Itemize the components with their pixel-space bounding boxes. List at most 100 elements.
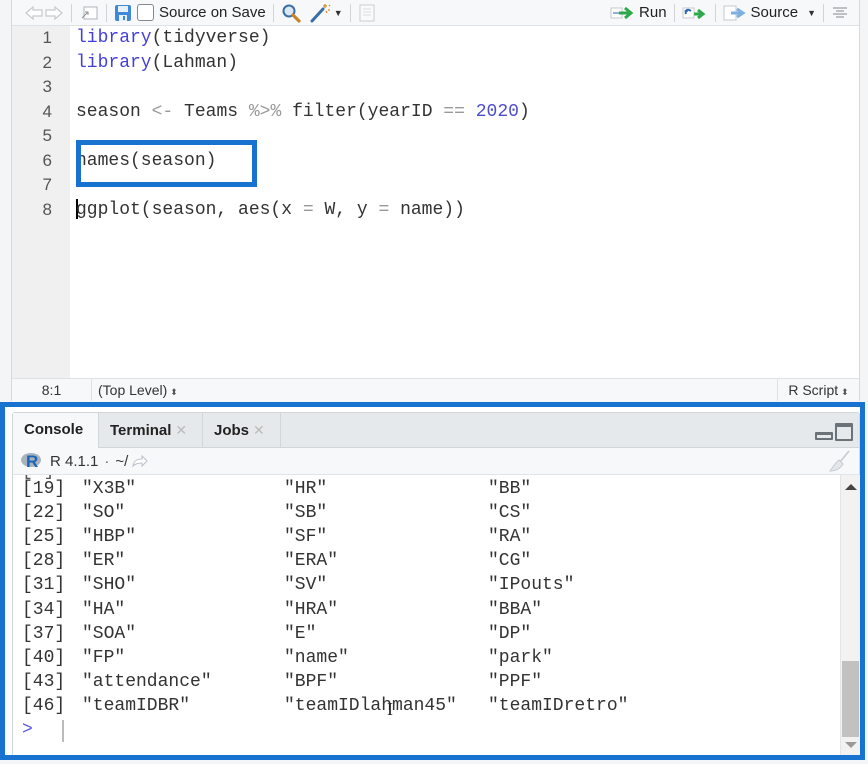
tab-jobs[interactable]: Jobs ✕ — [203, 413, 281, 448]
file-type-label: R Script — [788, 382, 839, 398]
magic-wand-icon — [310, 3, 331, 22]
scope-label: (Top Level) — [98, 382, 168, 398]
scrollbar-thumb[interactable] — [842, 661, 859, 737]
console-output[interactable]: [ ] [19]"X3B""HR""BB"[22]"SO""SB""CS"[25… — [12, 475, 840, 755]
function-token: library — [76, 28, 152, 48]
back-button[interactable] — [24, 2, 44, 24]
line-number: 3 — [42, 77, 52, 96]
scope-selector[interactable]: (Top Level) ⬍ — [98, 379, 178, 403]
chevron-down-icon[interactable]: ▼ — [807, 8, 816, 18]
clear-console-broom-icon[interactable] — [827, 450, 851, 472]
prompt-symbol: > — [22, 720, 33, 740]
operator-token: %>% — [248, 101, 282, 122]
output-value: "HBP" — [82, 527, 137, 548]
output-value: "name" — [284, 647, 349, 668]
console-pane: Console Terminal ✕ Jobs ✕ R R 4.1.1 · ~/ [… — [0, 402, 865, 760]
code-line[interactable]: ggplot(season, aes(x = W, y = name)) — [76, 198, 465, 222]
toolbar-divider — [714, 3, 716, 22]
output-index: [22] — [22, 503, 66, 524]
output-value: "SV" — [284, 575, 328, 596]
tab-label: Terminal — [110, 422, 172, 439]
output-value: "BBA" — [488, 599, 543, 620]
tab-terminal[interactable]: Terminal ✕ — [99, 413, 203, 448]
code-token: (tidyverse) — [151, 28, 271, 48]
maximize-pane-icon[interactable] — [835, 423, 853, 441]
output-value: "park" — [488, 647, 553, 668]
line-number: 4 — [42, 101, 52, 121]
console-info-bar: R R 4.1.1 · ~/ — [12, 448, 860, 475]
show-in-new-window-button[interactable] — [79, 2, 99, 24]
output-index: [19] — [22, 479, 66, 499]
code-tools-button[interactable]: ▼ — [309, 2, 343, 24]
close-icon[interactable]: ✕ — [175, 422, 187, 438]
output-value: "CG" — [488, 551, 532, 572]
output-value: "DP" — [488, 623, 532, 644]
line-number: 8 — [42, 199, 52, 219]
output-value: "ERA" — [284, 551, 339, 572]
find-replace-button[interactable] — [281, 2, 301, 24]
forward-button[interactable] — [44, 2, 64, 24]
scroll-up-arrow-icon[interactable] — [845, 484, 857, 490]
source-on-save-label: Source on Save — [159, 4, 266, 21]
code-line[interactable]: season <- Teams %>% filter(yearID == 202… — [76, 100, 530, 124]
output-value: "BPF" — [284, 671, 339, 692]
source-button[interactable]: Source ▼ — [723, 2, 816, 24]
toolbar-divider — [272, 3, 274, 22]
console-scrollbar[interactable] — [840, 475, 860, 755]
notebook-icon — [359, 4, 375, 21]
operator-token: = — [302, 199, 314, 220]
rerun-button[interactable] — [682, 2, 708, 24]
run-label: Run — [639, 4, 667, 21]
go-to-directory-icon[interactable] — [131, 454, 149, 468]
code-token: name)) — [389, 199, 465, 220]
working-directory[interactable]: ~/ — [115, 453, 128, 470]
source-editor-pane: Source on Save ▼ Run Source ▼ 1 2 3 4 5 … — [11, 0, 860, 401]
run-button[interactable]: Run — [610, 2, 667, 24]
document-outline-button[interactable] — [831, 2, 849, 24]
editor-status-bar: 8:1 (Top Level) ⬍ R Script ⬍ — [12, 378, 859, 401]
toolbar-divider — [106, 3, 107, 22]
mouse-ibeam-cursor-icon: I — [387, 699, 393, 719]
compile-report-button[interactable] — [358, 2, 376, 24]
source-on-save-checkbox[interactable] — [137, 4, 154, 21]
highlight-annotation-box — [76, 140, 257, 187]
code-token: (Lahman) — [151, 52, 239, 73]
code-token: ggplot(season, aes(x — [76, 199, 303, 220]
output-value: "SF" — [284, 527, 328, 548]
function-token: library — [76, 52, 152, 73]
output-index: [40] — [22, 647, 66, 668]
tab-console[interactable]: Console — [13, 413, 99, 449]
code-line[interactable]: library(tidyverse) — [76, 26, 270, 50]
code-editor[interactable]: library(tidyverse) library(Lahman) season … — [70, 26, 859, 378]
code-token: filter(yearID — [281, 101, 444, 122]
output-value: "ER" — [82, 551, 126, 572]
line-number: 7 — [42, 175, 52, 194]
rerun-arrows-icon — [682, 7, 705, 19]
code-token: ) — [518, 101, 530, 122]
line-number: 6 — [42, 150, 52, 170]
line-number-gutter: 1 2 3 4 5 6 7 8 — [12, 26, 70, 378]
editor-toolbar: Source on Save ▼ Run Source ▼ — [12, 0, 859, 26]
source-label: Source — [750, 4, 799, 21]
code-line[interactable]: library(Lahman) — [76, 51, 238, 75]
toolbar-divider — [71, 3, 72, 22]
output-value: "FP" — [82, 647, 126, 668]
scroll-down-arrow-icon[interactable] — [845, 742, 857, 748]
output-value: "HRA" — [284, 599, 339, 620]
outline-lines-icon — [833, 6, 847, 18]
close-icon[interactable]: ✕ — [253, 422, 265, 438]
file-type-selector[interactable]: R Script ⬍ — [777, 379, 859, 401]
input-caret — [62, 720, 64, 742]
operator-token: <- — [151, 101, 174, 122]
save-button[interactable] — [114, 2, 132, 24]
console-input-line[interactable]: > — [22, 718, 33, 742]
toolbar-divider — [823, 3, 824, 22]
operator-token: = — [378, 199, 390, 220]
source-on-save-toggle[interactable]: Source on Save — [137, 2, 266, 24]
output-index: [37] — [22, 623, 66, 644]
tab-label: Jobs — [214, 422, 250, 439]
output-index: [28] — [22, 551, 66, 572]
minimize-pane-icon[interactable] — [815, 432, 833, 440]
up-down-chevron-icon: ⬍ — [841, 387, 849, 397]
output-value: "attendance" — [82, 671, 212, 692]
